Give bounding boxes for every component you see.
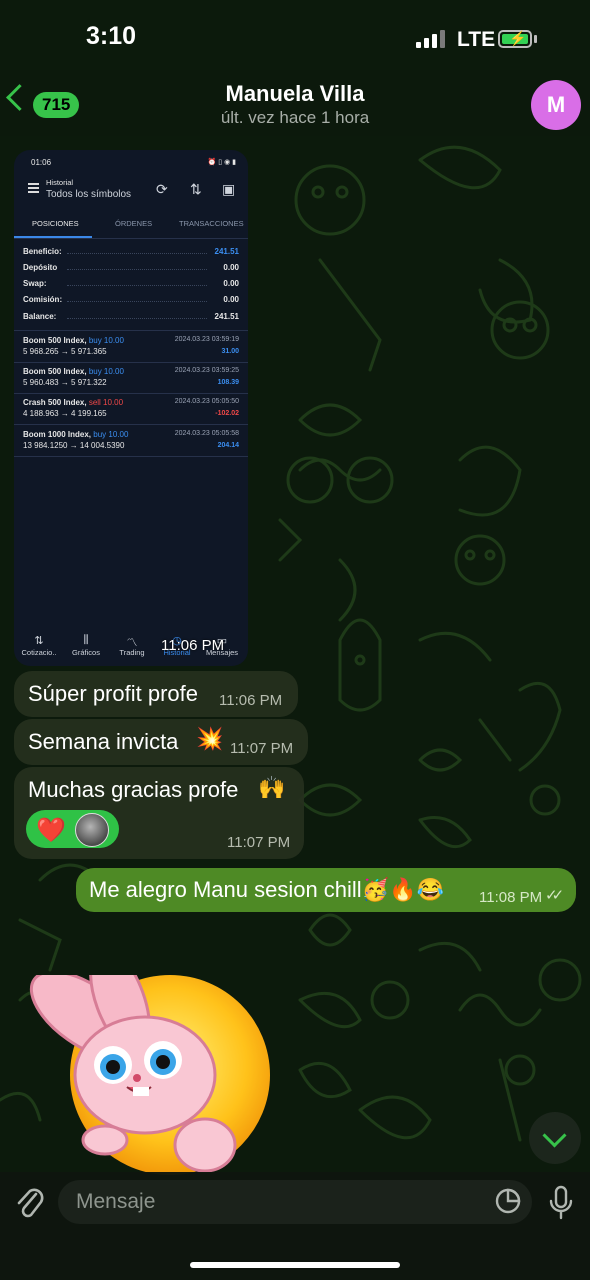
history-subtitle: Todos los símbolos xyxy=(46,189,132,200)
paperclip-icon[interactable] xyxy=(14,1184,46,1220)
message-time: 11:07 PM xyxy=(227,834,291,851)
contact-avatar[interactable]: M xyxy=(531,80,581,130)
message-text: Súper profit profe xyxy=(28,681,198,706)
summary-value: 241.51 xyxy=(214,247,239,256)
collision-emoji: 💥 xyxy=(196,726,224,751)
image-message-time: 11:06 PM xyxy=(161,637,225,654)
reactor-avatar xyxy=(75,813,109,847)
message-input[interactable] xyxy=(58,1180,532,1224)
message-time: 11:06 PM xyxy=(219,692,283,709)
summary-value: 0.00 xyxy=(223,279,239,288)
incoming-message[interactable]: Semana invicta 💥 11:07 PM xyxy=(14,719,308,765)
summary-value: 241.51 xyxy=(214,312,239,321)
chat-title[interactable]: Manuela Villa xyxy=(0,81,590,107)
microphone-icon[interactable] xyxy=(548,1185,574,1221)
summary-row: Beneficio: 241.51 xyxy=(23,247,239,256)
summary-row: Comisión: 0.00 xyxy=(23,295,239,304)
summary-value: 0.00 xyxy=(223,295,239,304)
bunny-sticker[interactable] xyxy=(25,975,275,1175)
nav-cotizaciones: ⇅ Cotizacio.. xyxy=(21,635,57,657)
network-type: LTE xyxy=(457,28,496,51)
hamburger-menu-icon xyxy=(28,183,39,195)
summary-label: Swap: xyxy=(23,279,47,288)
message-text: Me alegro Manu sesion chill🥳🔥😂 xyxy=(89,877,444,902)
nav-trading: 〽 Trading xyxy=(119,637,145,657)
incoming-message[interactable]: Muchas gracias profe 🙌 ❤️ 11:07 PM xyxy=(14,767,304,859)
chevron-down-icon xyxy=(542,1123,567,1148)
active-tab-indicator xyxy=(14,236,92,238)
message-text: Muchas gracias profe xyxy=(28,777,239,802)
trade-row: Boom 500 Index, buy 10.00 5 968.265 → 5 … xyxy=(23,336,239,356)
summary-value: 0.00 xyxy=(223,263,239,272)
reaction-pill[interactable]: ❤️ xyxy=(26,810,119,848)
summary-row: Swap: 0.00 xyxy=(23,279,239,288)
scroll-to-bottom-button[interactable] xyxy=(529,1112,581,1164)
last-seen-status: últ. vez hace 1 hora xyxy=(220,108,370,127)
summary-label: Depósito xyxy=(23,263,58,272)
heart-reaction-icon: ❤️ xyxy=(36,817,66,844)
nav-graficos: ⫼ Gráficos xyxy=(72,634,100,657)
home-indicator xyxy=(190,1262,400,1268)
outgoing-message[interactable]: Me alegro Manu sesion chill🥳🔥😂 11:08 PM … xyxy=(76,868,576,912)
cellular-signal-icon xyxy=(416,30,445,48)
message-time: 11:07 PM xyxy=(230,740,294,757)
summary-row: Depósito 0.00 xyxy=(23,263,239,272)
tab-posiciones: POSICIONES xyxy=(32,219,79,228)
message-text: Semana invicta xyxy=(28,729,179,754)
phone-status-icons: ⏰ ▯ ◉ ▮ xyxy=(207,159,236,166)
message-time: 11:08 PM xyxy=(479,889,543,906)
summary-row: Balance: 241.51 xyxy=(23,312,239,321)
battery-icon: ⚡ xyxy=(498,30,532,48)
raising-hands-emoji: 🙌 xyxy=(258,775,286,800)
sort-icon: ⇅ xyxy=(190,181,202,197)
battery-tip xyxy=(534,35,537,43)
tab-ordenes: ÓRDENES xyxy=(115,219,153,228)
sticker-icon[interactable] xyxy=(494,1187,522,1215)
trade-row: Boom 1000 Index, buy 10.00 13 984.1250 →… xyxy=(23,430,239,450)
history-title: Historial xyxy=(46,178,74,187)
trade-row: Crash 500 Index, sell 10.00 4 188.963 → … xyxy=(23,398,239,418)
summary-label: Comisión: xyxy=(23,295,63,304)
summary-label: Balance: xyxy=(23,312,57,321)
summary-label: Beneficio: xyxy=(23,247,62,256)
image-message[interactable]: 01:06 ⏰ ▯ ◉ ▮ Historial Todos los símbol… xyxy=(14,150,248,666)
incoming-message[interactable]: Súper profit profe 11:06 PM xyxy=(14,671,298,717)
phone-status-time: 01:06 xyxy=(31,158,52,167)
calendar-icon: ▣ xyxy=(222,181,236,197)
trade-row: Boom 500 Index, buy 10.00 5 960.483 → 5 … xyxy=(23,367,239,387)
read-checks-icon: ✓✓ xyxy=(545,887,564,904)
tab-transacciones: TRANSACCIONES xyxy=(179,219,244,228)
refresh-icon: ⟳ xyxy=(156,181,168,197)
status-time: 3:10 xyxy=(86,22,137,50)
